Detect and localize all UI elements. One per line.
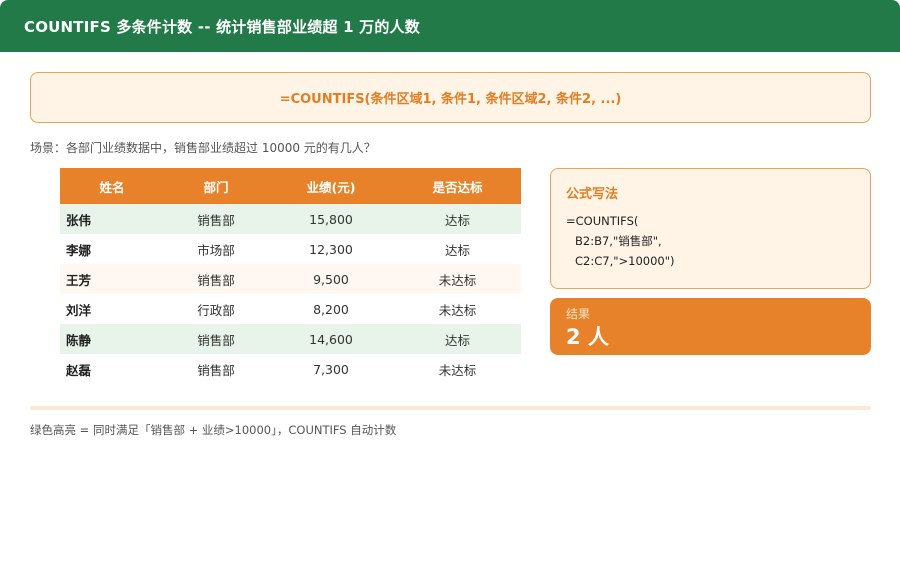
cell-status: 未达标 [394,264,521,294]
cell-sales: 8,200 [268,294,394,324]
column-header-sales: 业绩(元) [268,168,394,204]
table-header-row: 姓名 部门 业绩(元) 是否达标 [60,168,521,204]
table-row: 陈静 销售部 14,600 达标 [60,324,521,354]
cell-name: 王芳 [60,264,164,294]
cell-status: 达标 [394,204,521,234]
formula-code: =COUNTIFS( B2:B7,"销售部", C2:C7,">10000") [566,211,855,271]
cell-name: 刘洋 [60,294,164,324]
cell-dept: 行政部 [164,294,268,324]
table-row: 赵磊 销售部 7,300 未达标 [60,354,521,384]
cell-sales: 14,600 [268,324,394,354]
cell-status: 达标 [394,234,521,264]
page-title: COUNTIFS 多条件计数 -- 统计销售部业绩超 1 万的人数 [24,17,420,36]
table-row: 张伟 销售部 15,800 达标 [60,204,521,234]
formula-line: =COUNTIFS( [566,214,639,228]
cell-dept: 销售部 [164,264,268,294]
sales-table: 姓名 部门 业绩(元) 是否达标 张伟 销售部 15,800 达标 李娜 市场部… [60,168,521,384]
cell-sales: 9,500 [268,264,394,294]
cell-name: 张伟 [60,204,164,234]
cell-dept: 销售部 [164,324,268,354]
cell-name: 陈静 [60,324,164,354]
cell-sales: 12,300 [268,234,394,264]
divider [30,406,871,410]
scenario-text: 场景：各部门业绩数据中，销售部业绩超过 10000 元的有几人？ [30,141,376,155]
cell-dept: 销售部 [164,354,268,384]
cell-status: 未达标 [394,294,521,324]
table-row: 李娜 市场部 12,300 达标 [60,234,521,264]
cell-sales: 15,800 [268,204,394,234]
result-label: 结果 [566,307,591,321]
title-bar: COUNTIFS 多条件计数 -- 统计销售部业绩超 1 万的人数 [0,0,900,52]
cell-status: 达标 [394,324,521,354]
cell-dept: 市场部 [164,234,268,264]
cell-dept: 销售部 [164,204,268,234]
formula-line: C2:C7,">10000") [575,254,675,268]
cell-name: 赵磊 [60,354,164,384]
column-header-name: 姓名 [60,168,164,204]
cell-name: 李娜 [60,234,164,264]
result-card: 结果 2 人 [550,298,871,355]
cell-sales: 7,300 [268,354,394,384]
column-header-dept: 部门 [164,168,268,204]
syntax-text: =COUNTIFS(条件区域1, 条件1, 条件区域2, 条件2, ...) [279,92,622,107]
cell-status: 未达标 [394,354,521,384]
footnote-text: 绿色高亮 = 同时满足「销售部 + 业绩>10000」，COUNTIFS 自动计… [30,423,397,437]
table-row: 刘洋 行政部 8,200 未达标 [60,294,521,324]
result-value: 2 人 [566,325,609,349]
column-header-status: 是否达标 [394,168,521,204]
table-row: 王芳 销售部 9,500 未达标 [60,264,521,294]
syntax-box: =COUNTIFS(条件区域1, 条件1, 条件区域2, 条件2, ...) [30,72,871,123]
formula-card-title: 公式写法 [566,187,619,202]
formula-line: B2:B7,"销售部", [575,234,662,248]
formula-card: 公式写法 =COUNTIFS( B2:B7,"销售部", C2:C7,">100… [550,168,871,289]
